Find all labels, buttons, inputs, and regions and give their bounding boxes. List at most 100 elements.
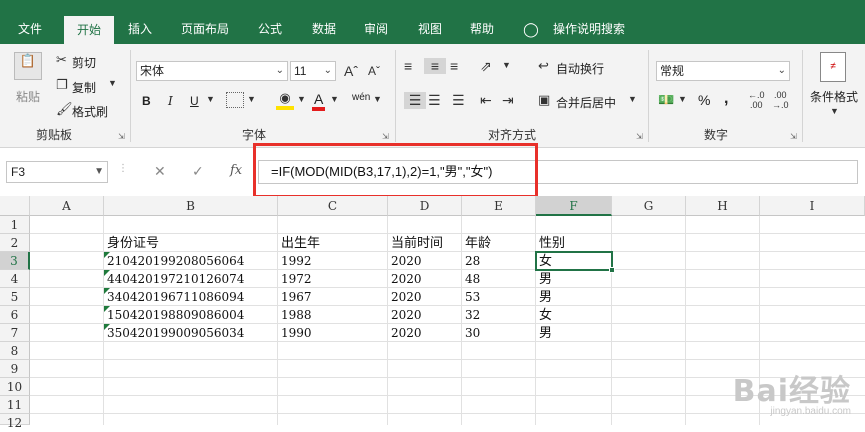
header-cell-birth-year[interactable]: 出生年	[278, 234, 320, 252]
format-painter-icon[interactable]: 🖌	[56, 101, 73, 117]
column-header-e[interactable]: E	[462, 196, 536, 216]
table-cell-birth-year[interactable]: 1972	[278, 270, 312, 288]
tab-view[interactable]: 视图	[408, 14, 452, 44]
table-cell-gender[interactable]: 男	[536, 324, 552, 342]
lightbulb-icon[interactable]: ◯	[520, 14, 542, 44]
column-header-h[interactable]: H	[686, 196, 760, 216]
underline-button[interactable]: U	[190, 94, 199, 108]
cut-button[interactable]: 剪切	[72, 54, 96, 71]
table-cell-age[interactable]: 48	[462, 270, 480, 288]
tab-home[interactable]: 开始	[64, 16, 114, 44]
table-cell-current-time[interactable]: 2020	[388, 306, 422, 324]
copy-dropdown-icon[interactable]: ▼	[108, 78, 117, 88]
tab-help[interactable]: 帮助	[460, 14, 504, 44]
header-cell-id[interactable]: 身份证号	[104, 234, 159, 252]
orientation-icon[interactable]: ⇗	[480, 58, 492, 75]
table-cell-id[interactable]: 340420196711086094	[104, 288, 244, 306]
phonetic-dropdown-icon[interactable]: ▼	[373, 94, 382, 104]
row-header[interactable]: 4	[0, 270, 30, 288]
tab-review[interactable]: 审阅	[354, 14, 398, 44]
table-cell-age[interactable]: 32	[462, 306, 480, 324]
table-cell-current-time[interactable]: 2020	[388, 288, 422, 306]
row-header[interactable]: 9	[0, 360, 30, 378]
number-launcher-icon[interactable]: ⇲	[790, 132, 797, 141]
accounting-format-icon[interactable]: 💵	[658, 92, 674, 108]
underline-dropdown-icon[interactable]: ▼	[206, 94, 215, 104]
paste-icon[interactable]: 📋	[14, 52, 42, 80]
wrap-text-icon[interactable]: ↩	[538, 58, 549, 74]
column-header-f[interactable]: F	[536, 196, 612, 216]
header-cell-gender[interactable]: 性别	[536, 234, 565, 252]
italic-button[interactable]: I	[168, 94, 173, 108]
copy-icon[interactable]: ❐	[56, 77, 68, 93]
scissors-icon[interactable]: ✂	[56, 52, 67, 68]
table-cell-gender[interactable]: 男	[536, 270, 552, 288]
paste-button[interactable]: 粘贴	[16, 88, 40, 105]
column-header-g[interactable]: G	[612, 196, 686, 216]
column-header-d[interactable]: D	[388, 196, 462, 216]
grow-font-icon[interactable]: Aˆ	[344, 63, 358, 79]
row-header[interactable]: 3	[0, 252, 30, 270]
table-cell-id[interactable]: 440420197210126074	[104, 270, 244, 288]
table-cell-birth-year[interactable]: 1967	[278, 288, 312, 306]
row-header[interactable]: 1	[0, 216, 30, 234]
shrink-font-icon[interactable]: Aˇ	[368, 64, 380, 78]
bold-button[interactable]: B	[142, 94, 151, 108]
orientation-dropdown-icon[interactable]: ▼	[502, 60, 511, 70]
select-all-corner[interactable]	[0, 196, 30, 216]
decrease-decimal-icon[interactable]: .00 →.0	[772, 90, 789, 110]
increase-decimal-icon[interactable]: ←.0.00	[748, 90, 765, 110]
borders-dropdown-icon[interactable]: ▼	[247, 94, 256, 104]
name-box[interactable]: F3 ▼	[6, 161, 108, 183]
fill-color-dropdown-icon[interactable]: ▼	[297, 94, 306, 104]
row-header[interactable]: 8	[0, 342, 30, 360]
row-header[interactable]: 11	[0, 396, 30, 414]
column-header-c[interactable]: C	[278, 196, 388, 216]
table-cell-age[interactable]: 28	[462, 252, 480, 270]
align-top-icon[interactable]: ≡	[404, 58, 412, 74]
format-painter-button[interactable]: 格式刷	[72, 103, 108, 120]
row-header[interactable]: 12	[0, 414, 30, 430]
align-right-icon[interactable]: ☰	[452, 92, 465, 109]
accounting-dropdown-icon[interactable]: ▼	[678, 94, 687, 104]
header-cell-current-time[interactable]: 当前时间	[388, 234, 443, 252]
conditional-dropdown-icon[interactable]: ▼	[830, 106, 839, 116]
merge-center-icon[interactable]: ▣	[538, 92, 550, 108]
table-cell-age[interactable]: 53	[462, 288, 480, 306]
table-cell-current-time[interactable]: 2020	[388, 252, 422, 270]
table-cell-current-time[interactable]: 2020	[388, 270, 422, 288]
table-cell-id[interactable]: 150420198809086004	[104, 306, 244, 324]
font-color-dropdown-icon[interactable]: ▼	[330, 94, 339, 104]
table-cell-current-time[interactable]: 2020	[388, 324, 422, 342]
font-color-button[interactable]: A	[312, 91, 326, 111]
header-cell-age[interactable]: 年龄	[462, 234, 491, 252]
conditional-formatting-icon[interactable]: ≠	[820, 52, 846, 82]
decrease-indent-icon[interactable]: ⇤	[480, 92, 492, 109]
increase-indent-icon[interactable]: ⇥	[502, 92, 514, 109]
table-cell-id[interactable]: 350420199009056034	[104, 324, 244, 342]
percent-button[interactable]: %	[698, 92, 710, 108]
row-header[interactable]: 6	[0, 306, 30, 324]
row-header[interactable]: 7	[0, 324, 30, 342]
fill-handle[interactable]	[609, 267, 615, 273]
align-middle-icon[interactable]: ≡	[424, 58, 446, 74]
fill-color-icon[interactable]: ◉	[276, 90, 294, 110]
row-header[interactable]: 5	[0, 288, 30, 306]
tab-file[interactable]: 文件	[8, 14, 52, 44]
wrap-text-button[interactable]: 自动换行	[556, 60, 604, 77]
clipboard-launcher-icon[interactable]: ⇲	[118, 132, 125, 141]
tab-formulas[interactable]: 公式	[248, 14, 292, 44]
align-center-icon[interactable]: ☰	[428, 92, 441, 109]
table-cell-birth-year[interactable]: 1988	[278, 306, 312, 324]
borders-icon[interactable]	[226, 92, 244, 108]
align-bottom-icon[interactable]: ≡	[450, 58, 458, 74]
phonetic-guide-button[interactable]: wén	[352, 92, 370, 103]
table-cell-gender[interactable]: 男	[536, 288, 552, 306]
font-launcher-icon[interactable]: ⇲	[382, 132, 389, 141]
column-header-b[interactable]: B	[104, 196, 278, 216]
font-name-combo[interactable]: 宋体 ⌄	[136, 61, 288, 81]
column-header-i[interactable]: I	[760, 196, 865, 216]
font-size-combo[interactable]: 11 ⌄	[290, 61, 336, 81]
enter-icon[interactable]: ✓	[192, 163, 204, 180]
tab-tell-me[interactable]: 操作说明搜索	[546, 14, 632, 44]
